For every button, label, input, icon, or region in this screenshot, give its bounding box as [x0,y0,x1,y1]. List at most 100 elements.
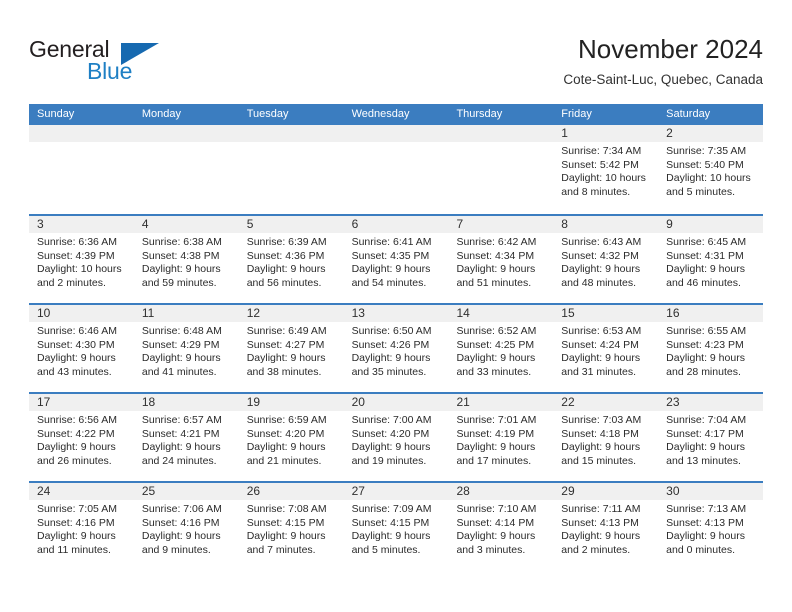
day-cell[interactable]: 19 Sunrise: 6:59 AM Sunset: 4:20 PM Dayligh… [238,394,344,481]
sunrise-text: Sunrise: 7:13 AM [666,503,747,515]
daylight-text-line1: Daylight: 9 hours [351,352,431,365]
day-cell[interactable]: 1 Sunrise: 7:34 AM Sunset: 5:42 PM Daylight… [553,125,659,214]
day-cell[interactable]: 14 Sunrise: 6:52 AM Sunset: 4:25 PM Dayligh… [448,305,554,392]
day-cell[interactable]: 26 Sunrise: 7:08 AM Sunset: 4:15 PM Dayligh… [238,483,344,570]
day-cell[interactable]: 21 Sunrise: 7:01 AM Sunset: 4:19 PM Dayligh… [448,394,554,481]
day-cell[interactable]: 22 Sunrise: 7:03 AM Sunset: 4:18 PM Dayligh… [553,394,659,481]
sunset-text: Sunset: 4:24 PM [561,338,639,351]
weekday-wednesday: Wednesday [351,108,410,120]
sunrise-text: Sunrise: 7:35 AM [666,145,747,157]
day-number: 29 [553,483,659,500]
day-cell-empty [343,125,449,214]
day-number: 11 [133,305,239,322]
sunset-text: Sunset: 4:23 PM [666,338,744,351]
sunrise-text: Sunrise: 7:08 AM [246,503,327,515]
day-cell[interactable]: 7 Sunrise: 6:42 AM Sunset: 4:34 PM Daylight… [448,216,554,303]
sunrise-text: Sunrise: 6:49 AM [246,325,327,337]
sunset-text: Sunset: 4:26 PM [351,338,430,351]
week-row: 24 Sunrise: 7:05 AM Sunset: 4:16 PM Dayligh… [29,481,764,570]
daylight-text-line1: Daylight: 9 hours [561,441,641,454]
daylight-text-line1: Daylight: 9 hours [456,263,536,276]
day-cell[interactable]: 3 Sunrise: 6:36 AM Sunset: 4:39 PM Daylight… [29,216,134,303]
day-cell[interactable]: 30 Sunrise: 7:13 AM Sunset: 4:13 PM Dayligh… [658,483,764,570]
day-cell[interactable]: 13 Sunrise: 6:50 AM Sunset: 4:26 PM Dayligh… [343,305,449,392]
daylight-text-line2: and 24 minutes. [141,454,217,467]
day-cell[interactable]: 8 Sunrise: 6:43 AM Sunset: 4:32 PM Daylight… [553,216,659,303]
daylight-text-line1: Daylight: 9 hours [37,441,116,454]
sunset-text: Sunset: 4:19 PM [456,427,535,440]
week-row: 10 Sunrise: 6:46 AM Sunset: 4:30 PM Dayligh… [29,303,764,392]
weekday-monday: Monday [141,108,181,120]
day-details: Sunrise: 7:00 AM Sunset: 4:20 PM Daylight:… [344,411,449,468]
daylight-text-line1: Daylight: 9 hours [666,441,745,454]
day-cell[interactable]: 25 Sunrise: 7:06 AM Sunset: 4:16 PM Dayligh… [133,483,239,570]
daylight-text-line2: and 38 minutes. [246,365,322,378]
day-cell[interactable]: 5 Sunrise: 6:39 AM Sunset: 4:36 PM Daylight… [238,216,344,303]
day-number: 7 [448,216,554,233]
day-cell[interactable]: 4 Sunrise: 6:38 AM Sunset: 4:38 PM Daylight… [133,216,239,303]
daylight-text-line2: and 19 minutes. [351,454,427,467]
daylight-text-line2: and 9 minutes. [141,543,211,556]
daylight-text-line1: Daylight: 10 hours [561,172,646,185]
day-number: 4 [133,216,239,233]
day-cell[interactable]: 9 Sunrise: 6:45 AM Sunset: 4:31 PM Daylight… [658,216,764,303]
day-cell[interactable]: 10 Sunrise: 6:46 AM Sunset: 4:30 PM Dayligh… [29,305,134,392]
day-details: Sunrise: 6:59 AM Sunset: 4:20 PM Daylight:… [239,411,344,468]
day-details: Sunrise: 7:01 AM Sunset: 4:19 PM Daylight:… [448,411,553,468]
sunset-text: Sunset: 4:22 PM [37,427,115,440]
sunset-text: Sunset: 4:16 PM [141,516,220,529]
day-cell[interactable]: 15 Sunrise: 6:53 AM Sunset: 4:24 PM Dayligh… [553,305,659,392]
day-cell[interactable]: 28 Sunrise: 7:10 AM Sunset: 4:14 PM Dayligh… [448,483,554,570]
daylight-text-line1: Daylight: 9 hours [666,530,745,543]
logo-word-blue: Blue [87,58,133,84]
daylight-text-line2: and 5 minutes. [351,543,421,556]
daylight-text-line1: Daylight: 9 hours [37,352,116,365]
day-cell[interactable]: 16 Sunrise: 6:55 AM Sunset: 4:23 PM Dayligh… [658,305,764,392]
sunrise-text: Sunrise: 6:59 AM [246,414,327,426]
daylight-text-line2: and 15 minutes. [561,454,637,467]
day-cell[interactable]: 11 Sunrise: 6:48 AM Sunset: 4:29 PM Dayligh… [133,305,239,392]
sunset-text: Sunset: 4:35 PM [351,249,430,262]
day-number: 22 [553,394,659,411]
day-details: Sunrise: 7:03 AM Sunset: 4:18 PM Daylight:… [553,411,658,468]
daylight-text-line2: and 8 minutes. [561,185,631,198]
day-details: Sunrise: 7:34 AM Sunset: 5:42 PM Daylight:… [553,142,658,199]
day-cell[interactable]: 12 Sunrise: 6:49 AM Sunset: 4:27 PM Dayligh… [238,305,344,392]
day-cell[interactable]: 18 Sunrise: 6:57 AM Sunset: 4:21 PM Dayligh… [133,394,239,481]
general-blue-logo: General Blue [29,36,219,88]
day-cell-empty [29,125,134,214]
sunset-text: Sunset: 4:13 PM [666,516,744,529]
day-cell-empty [133,125,239,214]
daylight-text-line1: Daylight: 10 hours [666,172,751,185]
day-cell[interactable]: 23 Sunrise: 7:04 AM Sunset: 4:17 PM Dayligh… [658,394,764,481]
day-cell[interactable]: 6 Sunrise: 6:41 AM Sunset: 4:35 PM Daylight… [343,216,449,303]
day-details: Sunrise: 6:43 AM Sunset: 4:32 PM Daylight:… [553,233,658,290]
daylight-text-line1: Daylight: 9 hours [141,530,221,543]
day-details: Sunrise: 6:53 AM Sunset: 4:24 PM Daylight:… [553,322,658,379]
day-details: Sunrise: 7:04 AM Sunset: 4:17 PM Daylight:… [658,411,763,468]
day-number: 19 [238,394,344,411]
daylight-text-line2: and 0 minutes. [666,543,736,556]
sunrise-text: Sunrise: 6:52 AM [456,325,537,337]
daylight-text-line2: and 13 minutes. [666,454,741,467]
day-details: Sunrise: 6:39 AM Sunset: 4:36 PM Daylight:… [239,233,344,290]
daylight-text-line1: Daylight: 9 hours [351,263,431,276]
day-number [448,125,554,142]
sunset-text: Sunset: 4:16 PM [37,516,115,529]
sunrise-text: Sunrise: 6:48 AM [141,325,222,337]
day-cell[interactable]: 2 Sunrise: 7:35 AM Sunset: 5:40 PM Daylight… [658,125,764,214]
day-cell[interactable]: 24 Sunrise: 7:05 AM Sunset: 4:16 PM Dayligh… [29,483,134,570]
day-cell[interactable]: 17 Sunrise: 6:56 AM Sunset: 4:22 PM Dayligh… [29,394,134,481]
day-number: 27 [343,483,449,500]
daylight-text-line1: Daylight: 9 hours [246,441,326,454]
day-cell[interactable]: 27 Sunrise: 7:09 AM Sunset: 4:15 PM Dayligh… [343,483,449,570]
daylight-text-line1: Daylight: 9 hours [666,263,745,276]
day-details: Sunrise: 7:06 AM Sunset: 4:16 PM Daylight:… [134,500,239,557]
day-number [29,125,134,142]
day-details: Sunrise: 6:56 AM Sunset: 4:22 PM Daylight:… [29,411,134,468]
day-cell[interactable]: 20 Sunrise: 7:00 AM Sunset: 4:20 PM Dayligh… [343,394,449,481]
day-cell[interactable]: 29 Sunrise: 7:11 AM Sunset: 4:13 PM Dayligh… [553,483,659,570]
daylight-text-line2: and 56 minutes. [246,276,322,289]
sunset-text: Sunset: 4:17 PM [666,427,744,440]
sunrise-text: Sunrise: 6:39 AM [246,236,327,248]
